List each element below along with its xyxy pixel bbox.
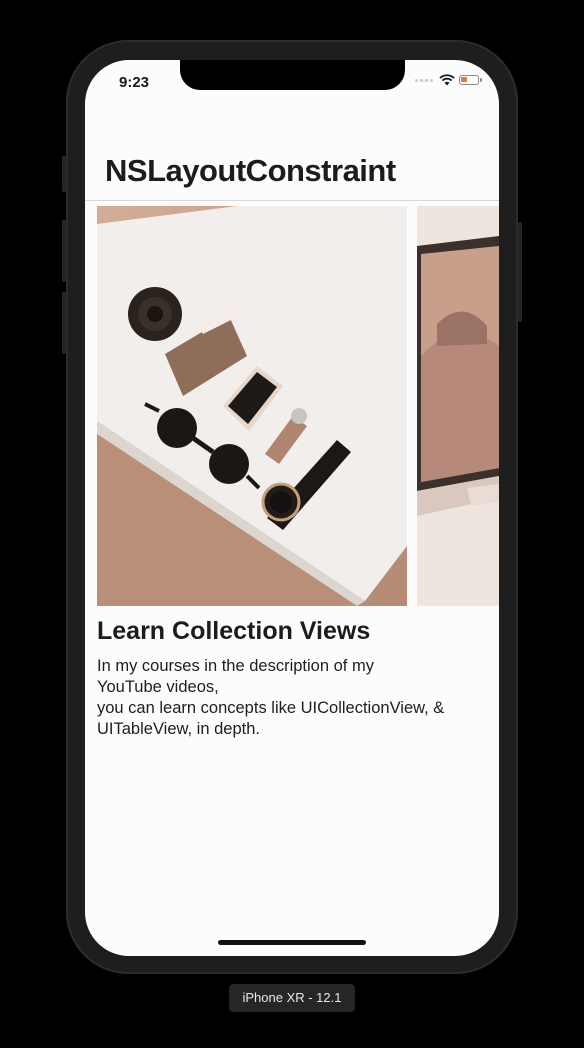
nav-divider xyxy=(85,200,499,201)
simulator-device-label: iPhone XR - 12.1 xyxy=(229,984,355,1012)
laptop-desert-wallpaper-photo xyxy=(417,206,499,606)
status-time: 9:23 xyxy=(119,74,150,91)
power-button xyxy=(518,222,522,322)
carousel-image-desk[interactable] xyxy=(97,206,407,606)
description-line: UITableView, in depth. xyxy=(97,720,260,738)
description-line: YouTube videos, xyxy=(97,678,219,696)
battery-icon xyxy=(459,75,482,85)
wifi-icon xyxy=(439,74,455,86)
description-line: you can learn concepts like UICollection… xyxy=(97,699,445,717)
description-line: In my courses in the description of my xyxy=(97,657,374,675)
carousel-image-laptop[interactable] xyxy=(417,206,499,606)
volume-down-button xyxy=(62,292,66,354)
card-headline: Learn Collection Views xyxy=(97,617,371,645)
image-carousel[interactable] xyxy=(85,206,499,606)
card-description: In my courses in the description of my Y… xyxy=(97,656,457,740)
desk-flatlay-photo xyxy=(97,206,407,606)
notch xyxy=(180,60,405,90)
cellular-signal-icon xyxy=(415,78,433,82)
status-indicators xyxy=(415,74,482,86)
device-screen: 9:23 NSLayoutConstraint Learn Collection… xyxy=(85,60,499,956)
nav-title: NSLayoutConstraint xyxy=(105,153,396,188)
volume-up-button xyxy=(62,220,66,282)
home-indicator[interactable] xyxy=(218,940,366,945)
mute-switch xyxy=(62,156,66,192)
